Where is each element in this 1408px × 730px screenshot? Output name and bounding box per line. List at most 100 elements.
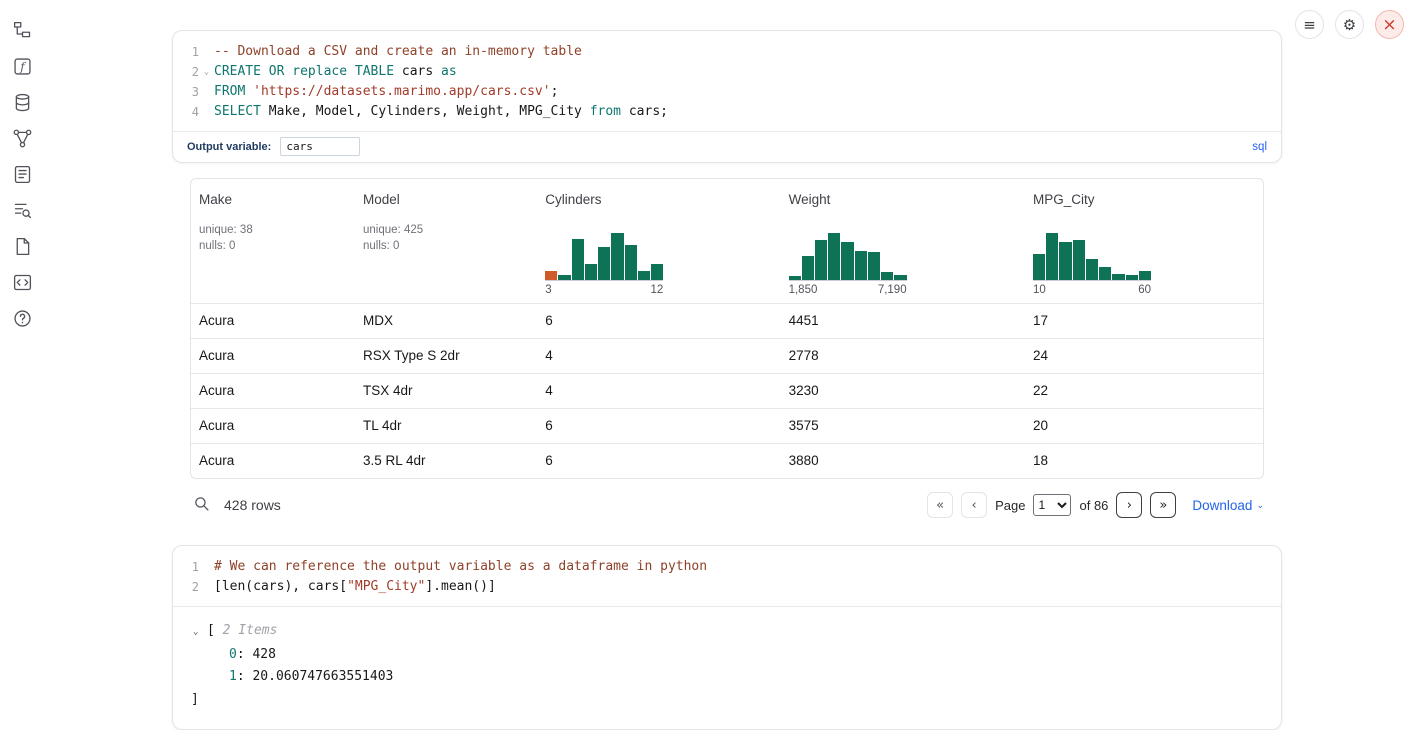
histogram-bar[interactable] xyxy=(585,264,597,280)
sql-code-editor[interactable]: 1-- Download a CSV and create an in-memo… xyxy=(173,31,1281,131)
scratchpad-icon[interactable] xyxy=(12,164,33,185)
table-cell: Acura xyxy=(191,409,355,443)
menu-button[interactable]: ≡ xyxy=(1295,10,1324,39)
snippets-icon[interactable] xyxy=(12,272,33,293)
histogram-bar[interactable] xyxy=(855,251,867,280)
table-cell: MDX xyxy=(355,304,537,338)
datasources-icon[interactable] xyxy=(12,92,33,113)
column-header-cylinders[interactable]: Cylinders312 xyxy=(537,179,780,303)
first-page-button[interactable]: « xyxy=(927,492,953,518)
histogram-bars xyxy=(1033,234,1151,281)
histogram-bar[interactable] xyxy=(572,239,584,280)
histogram-bar[interactable] xyxy=(1126,275,1138,280)
histogram-bar[interactable] xyxy=(1033,254,1045,280)
code-line[interactable]: 1-- Download a CSV and create an in-memo… xyxy=(173,42,1281,62)
table-body: AcuraMDX6445117AcuraRSX Type S 2dr427782… xyxy=(191,303,1263,478)
download-label: Download xyxy=(1192,498,1252,513)
histogram-bar[interactable] xyxy=(868,252,880,280)
column-header-mpg_city[interactable]: MPG_City1060 xyxy=(1025,179,1263,303)
code-token: ].mean()] xyxy=(425,579,495,594)
table-cell: 4 xyxy=(537,374,780,408)
histogram-bar[interactable] xyxy=(802,256,814,280)
column-header-make[interactable]: Makeunique: 38nulls: 0 xyxy=(191,179,355,303)
python-code-editor[interactable]: 1# We can reference the output variable … xyxy=(173,546,1281,606)
code-token: 'https://datasets.marimo.app/cars.csv' xyxy=(253,84,550,99)
prev-page-button[interactable]: ‹ xyxy=(961,492,987,518)
histogram-bar[interactable] xyxy=(598,247,610,280)
documentation-icon[interactable] xyxy=(12,236,33,257)
code-line[interactable]: 2[len(cars), cars["MPG_City"].mean()] xyxy=(173,577,1281,597)
gutter-spacer xyxy=(199,82,214,102)
histogram-bar[interactable] xyxy=(545,271,557,280)
column-stat: nulls: 0 xyxy=(199,238,355,254)
histogram-bar[interactable] xyxy=(828,233,840,280)
histogram-bar[interactable] xyxy=(611,233,623,280)
search-icon[interactable] xyxy=(190,494,212,516)
line-number: 2 xyxy=(173,62,199,82)
help-icon[interactable] xyxy=(12,308,33,329)
histogram-bar[interactable] xyxy=(1086,259,1098,280)
collapse-chevron-icon[interactable]: ⌄ xyxy=(193,621,207,644)
histogram-min-label: 1,850 xyxy=(789,284,818,296)
code-token: replace xyxy=(292,64,347,79)
code-line[interactable]: 3FROM 'https://datasets.marimo.app/cars.… xyxy=(173,82,1281,102)
functions-icon[interactable]: f xyxy=(12,56,33,77)
histogram-bar[interactable] xyxy=(1073,240,1085,280)
code-text: CREATE OR replace TABLE cars as xyxy=(214,62,457,82)
logs-icon[interactable] xyxy=(12,200,33,221)
svg-text:f: f xyxy=(19,59,26,73)
histogram-max-label: 7,190 xyxy=(878,284,907,296)
column-header-weight[interactable]: Weight1,8507,190 xyxy=(781,179,1025,303)
column-header-model[interactable]: Modelunique: 425nulls: 0 xyxy=(355,179,537,303)
dependency-graph-icon[interactable] xyxy=(12,128,33,149)
histogram-bar[interactable] xyxy=(1046,233,1058,280)
code-token: OR xyxy=(269,64,285,79)
table-row[interactable]: AcuraMDX6445117 xyxy=(191,303,1263,338)
code-line[interactable]: 1# We can reference the output variable … xyxy=(173,557,1281,577)
table-cell: 3230 xyxy=(781,374,1025,408)
line-number: 3 xyxy=(173,82,199,102)
code-line[interactable]: 4SELECT Make, Model, Cylinders, Weight, … xyxy=(173,102,1281,122)
histogram-bar[interactable] xyxy=(1099,267,1111,280)
column-name: MPG_City xyxy=(1033,192,1263,207)
column-name: Model xyxy=(363,192,537,207)
table-cell: 22 xyxy=(1025,374,1263,408)
gutter-spacer xyxy=(199,557,214,577)
fold-chevron-icon[interactable]: ⌄ xyxy=(199,62,214,82)
histogram-bar[interactable] xyxy=(625,245,637,280)
close-button[interactable]: × xyxy=(1375,10,1404,39)
histogram-bar[interactable] xyxy=(841,242,853,280)
tree-item: 0: 428 xyxy=(173,644,1281,667)
histogram-bar[interactable] xyxy=(894,275,906,280)
histogram-bar[interactable] xyxy=(638,271,650,280)
close-icon: × xyxy=(1382,15,1396,35)
histogram-bar[interactable] xyxy=(1112,274,1124,280)
open-bracket: [ xyxy=(207,623,223,638)
histogram-bar[interactable] xyxy=(1059,242,1071,280)
table-row[interactable]: AcuraTSX 4dr4323022 xyxy=(191,373,1263,408)
code-token: Make, Model, Cylinders, Weight, MPG_City xyxy=(261,104,590,119)
histogram-bar[interactable] xyxy=(789,276,801,280)
table-row[interactable]: AcuraTL 4dr6357520 xyxy=(191,408,1263,443)
table-cell: 3575 xyxy=(781,409,1025,443)
download-button[interactable]: Download ⌄ xyxy=(1192,498,1264,513)
histogram-bar[interactable] xyxy=(651,264,663,280)
histogram-bar[interactable] xyxy=(881,272,893,280)
settings-button[interactable]: ⚙ xyxy=(1335,10,1364,39)
histogram-max-label: 60 xyxy=(1138,284,1151,296)
next-page-button[interactable]: › xyxy=(1116,492,1142,518)
histogram-bars xyxy=(545,234,663,281)
file-explorer-icon[interactable] xyxy=(12,20,33,41)
output-variable-input[interactable] xyxy=(280,137,360,156)
page-select[interactable]: 1 xyxy=(1033,494,1071,516)
table-row[interactable]: Acura3.5 RL 4dr6388018 xyxy=(191,443,1263,478)
histogram-bar[interactable] xyxy=(815,240,827,280)
histogram-bar[interactable] xyxy=(558,275,570,280)
gutter-spacer xyxy=(199,102,214,122)
last-page-button[interactable]: » xyxy=(1150,492,1176,518)
histogram-bar[interactable] xyxy=(1139,271,1151,280)
item-separator: : xyxy=(237,669,253,684)
items-count: 2 Items xyxy=(223,623,278,638)
code-line[interactable]: 2⌄CREATE OR replace TABLE cars as xyxy=(173,62,1281,82)
table-row[interactable]: AcuraRSX Type S 2dr4277824 xyxy=(191,338,1263,373)
